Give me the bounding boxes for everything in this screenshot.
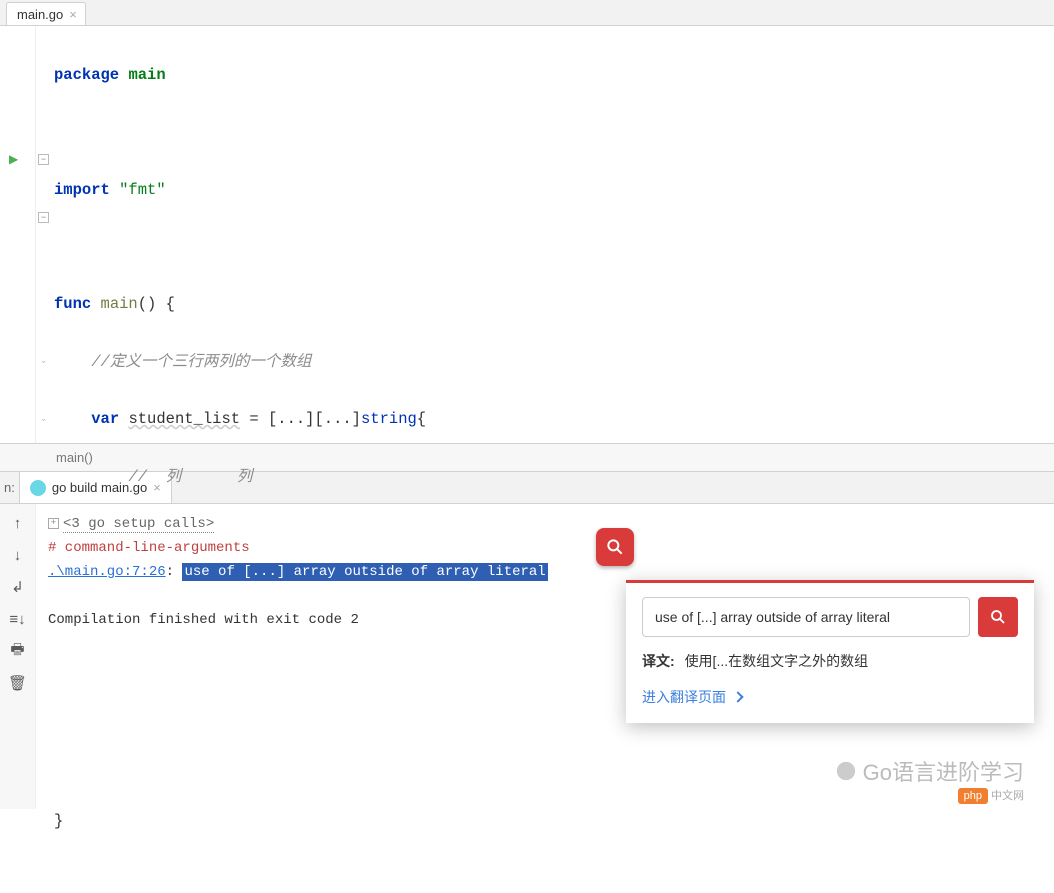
keyword-var: var [91, 410, 119, 428]
keyword-func: func [54, 295, 91, 313]
translation-input[interactable] [642, 597, 970, 637]
translation-text: 使用[...在数组文字之外的数组 [685, 653, 869, 669]
comment: // 列 列 [128, 468, 252, 486]
func-name: main [101, 295, 138, 313]
expand-icon[interactable]: + [48, 518, 59, 529]
watermark-badge-text: php [958, 788, 988, 804]
translation-result: 译文: 使用[...在数组文字之外的数组 [642, 651, 1018, 671]
fold-end-icon: ⌄ [38, 414, 49, 425]
translation-search-button[interactable] [978, 597, 1018, 637]
import-path: "fmt" [119, 181, 166, 199]
console-line: + <3 go setup calls> [48, 512, 1042, 536]
editor-tab-main-go[interactable]: main.go × [6, 2, 86, 25]
run-panel-label: n: [0, 472, 20, 503]
editor-tab-label: main.go [17, 7, 63, 22]
code-text: { [417, 410, 426, 428]
wechat-icon [835, 760, 857, 782]
console-error-header: # command-line-arguments [48, 536, 1042, 560]
search-icon [605, 537, 625, 557]
code-text: = [...][...] [240, 410, 361, 428]
watermark-badge: php 中文网 [958, 787, 1024, 803]
watermark-sub-text: 中文网 [991, 790, 1024, 802]
fold-toggle-icon[interactable]: − [38, 154, 49, 165]
print-icon[interactable]: 🖶 [9, 642, 27, 660]
console-toolbar: ↑ ↓ ↲ ≡↓ 🖶 🗑 [0, 504, 36, 809]
arrow-down-icon[interactable]: ↓ [9, 546, 27, 564]
chevron-right-icon [732, 691, 743, 702]
watermark: Go语言进阶学习 [835, 755, 1024, 787]
scroll-end-icon[interactable]: ≡↓ [9, 610, 27, 628]
type-name: string [361, 410, 417, 428]
soft-wrap-icon[interactable]: ↲ [9, 578, 27, 596]
translation-page-link[interactable]: 进入翻译页面 [642, 687, 1018, 707]
error-message-selected[interactable]: use of [...] array outside of array lite… [182, 563, 547, 581]
run-icon[interactable]: ▶ [9, 152, 18, 166]
keyword-package: package [54, 66, 119, 84]
arrow-up-icon[interactable]: ↑ [9, 514, 27, 532]
code-content[interactable]: package main import "fmt" func main() { … [52, 26, 1054, 443]
code-text: } [54, 812, 63, 830]
fold-end-icon: ⌄ [38, 356, 49, 367]
comment: //定义一个三行两列的一个数组 [91, 353, 311, 371]
keyword-import: import [54, 181, 110, 199]
code-text: () { [138, 295, 175, 313]
editor-tab-bar: main.go × [0, 0, 1054, 26]
console-text: : [166, 564, 183, 580]
line-number-gutter: ▶ [0, 26, 36, 443]
translation-link-text: 进入翻译页面 [642, 687, 726, 707]
package-name: main [128, 66, 165, 84]
fold-gutter: − − ⌄ ⌄ [36, 26, 52, 443]
watermark-text: Go语言进阶学习 [863, 755, 1024, 787]
translation-popup: 译文: 使用[...在数组文字之外的数组 进入翻译页面 [626, 580, 1034, 723]
fold-toggle-icon[interactable]: − [38, 212, 49, 223]
translate-search-fab[interactable] [596, 528, 634, 566]
run-panel-label-text: n: [4, 480, 15, 495]
code-editor[interactable]: ▶ − − ⌄ ⌄ package main import "fmt" func… [0, 26, 1054, 444]
gopher-icon [30, 480, 46, 496]
identifier: student_list [128, 410, 240, 428]
console-setup-text: <3 go setup calls> [63, 516, 214, 533]
error-location-link[interactable]: .\main.go:7:26 [48, 564, 166, 580]
search-icon [989, 608, 1007, 626]
close-icon[interactable]: × [69, 7, 77, 22]
trash-icon[interactable]: 🗑 [9, 674, 27, 692]
translation-label: 译文: [642, 653, 679, 669]
